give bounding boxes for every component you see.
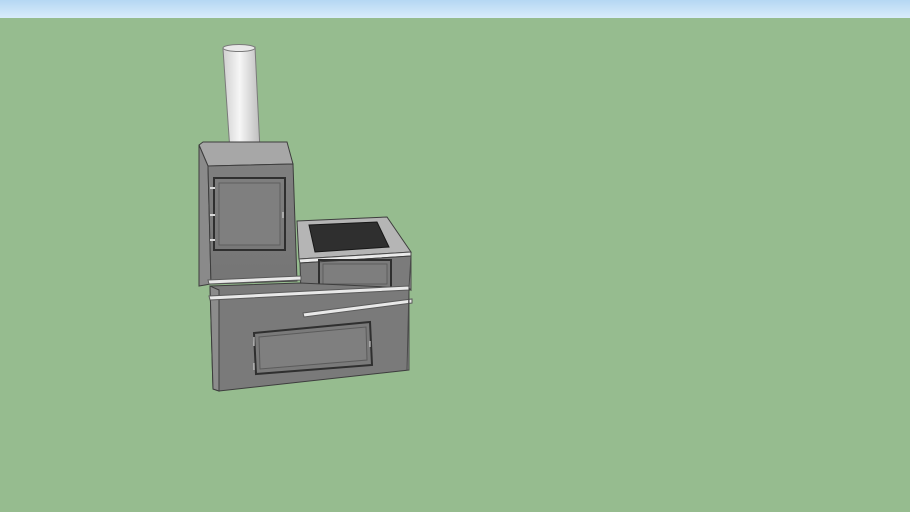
ground-surface	[0, 18, 910, 512]
sky-band	[0, 0, 910, 18]
firebox-door	[210, 177, 286, 251]
oven-small-door	[318, 259, 392, 289]
stove-model[interactable]	[0, 0, 910, 512]
modeling-viewport[interactable]	[0, 0, 910, 512]
